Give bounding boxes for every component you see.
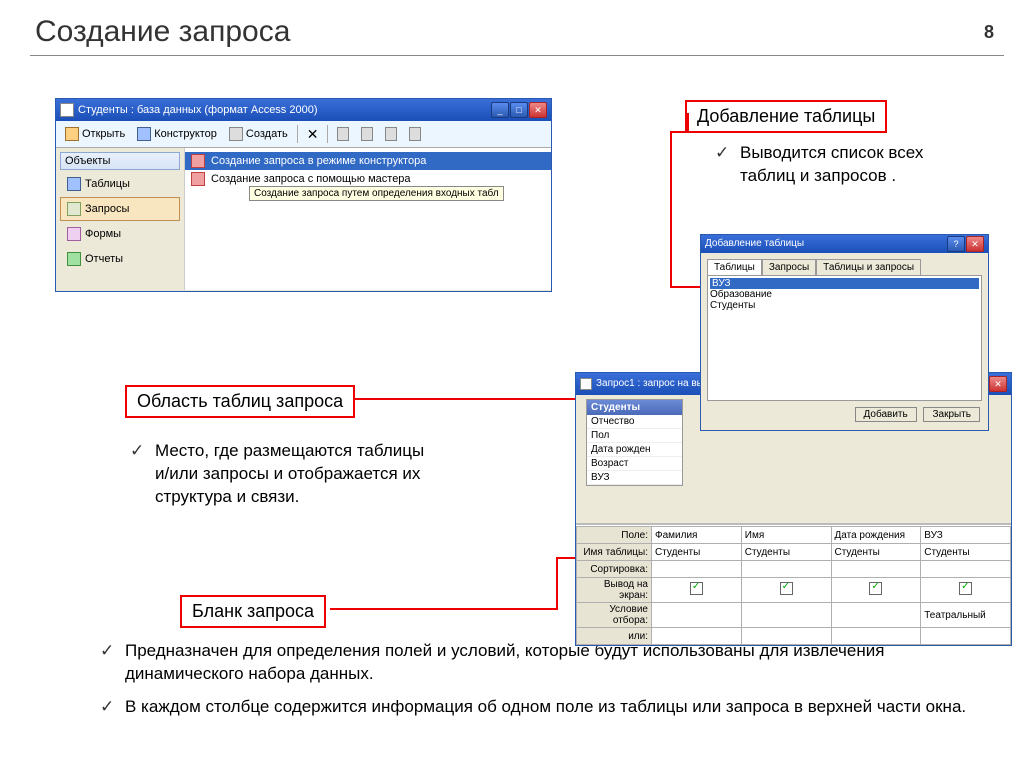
- show-checkbox[interactable]: [959, 582, 972, 595]
- create-designer-item[interactable]: Создание запроса в режиме конструктора: [185, 152, 551, 170]
- forms-item[interactable]: Формы: [60, 222, 180, 246]
- design-button[interactable]: Конструктор: [132, 124, 222, 144]
- row-label-or: или:: [577, 628, 652, 645]
- close-button[interactable]: ✕: [966, 236, 984, 252]
- divider: [30, 55, 1004, 56]
- show-checkbox[interactable]: [780, 582, 793, 595]
- callout-blank: Бланк запроса: [180, 595, 326, 628]
- callout-line: [330, 608, 558, 610]
- field-item[interactable]: Дата рожден: [587, 443, 682, 457]
- design-grid[interactable]: Поле: Фамилия Имя Дата рождения ВУЗ Имя …: [576, 526, 1011, 645]
- show-checkbox[interactable]: [869, 582, 882, 595]
- list-item[interactable]: Образование: [710, 289, 979, 300]
- db-title: Студенты : база данных (формат Access 20…: [78, 99, 318, 121]
- create-button[interactable]: Создать: [224, 124, 293, 144]
- field-item[interactable]: Возраст: [587, 457, 682, 471]
- callout-table-area: Область таблиц запроса: [125, 385, 355, 418]
- field-item[interactable]: ВУЗ: [587, 471, 682, 485]
- field-item[interactable]: Пол: [587, 429, 682, 443]
- page-number: 8: [984, 22, 994, 43]
- table-header: Студенты: [587, 400, 682, 415]
- view-button3[interactable]: [380, 124, 402, 144]
- item-list: Создание запроса в режиме конструктора С…: [185, 148, 551, 290]
- tab-tables[interactable]: Таблицы: [707, 259, 762, 275]
- dialog-buttons: Добавить Закрыть: [701, 407, 988, 430]
- list-item[interactable]: ВУЗ: [710, 278, 979, 289]
- close-button[interactable]: ✕: [989, 376, 1007, 392]
- open-button[interactable]: Открыть: [60, 124, 130, 144]
- row-label-table: Имя таблицы:: [577, 544, 652, 561]
- show-checkbox[interactable]: [690, 582, 703, 595]
- db-titlebar: Студенты : база данных (формат Access 20…: [56, 99, 551, 121]
- db-icon: [60, 103, 74, 117]
- callout-line: [670, 131, 672, 286]
- dialog-title: Добавление таблицы: [705, 235, 804, 253]
- database-window: Студенты : база данных (формат Access 20…: [55, 98, 552, 292]
- fields-table[interactable]: Студенты Отчество Пол Дата рожден Возрас…: [586, 399, 683, 486]
- callout-add-table: Добавление таблицы: [685, 100, 887, 133]
- reports-item[interactable]: Отчеты: [60, 247, 180, 271]
- minimize-button[interactable]: _: [491, 102, 509, 118]
- add-table-description: Выводится список всех таблиц и запросов …: [715, 142, 975, 198]
- view-button4[interactable]: [404, 124, 426, 144]
- callout-line: [670, 131, 689, 133]
- maximize-button[interactable]: □: [510, 102, 528, 118]
- db-toolbar: Открыть Конструктор Создать ✕: [56, 121, 551, 148]
- query-icon: [580, 378, 592, 390]
- row-label-show: Вывод на экран:: [577, 578, 652, 603]
- page-title: Создание запроса: [35, 15, 290, 49]
- row-label-criteria: Условие отбора:: [577, 603, 652, 628]
- tab-both[interactable]: Таблицы и запросы: [816, 259, 921, 275]
- row-label-field: Поле:: [577, 527, 652, 544]
- queries-item[interactable]: Запросы: [60, 197, 180, 221]
- close-button[interactable]: ✕: [529, 102, 547, 118]
- callout-line: [556, 557, 558, 610]
- dialog-titlebar: Добавление таблицы ? ✕: [701, 235, 988, 253]
- tables-item[interactable]: Таблицы: [60, 172, 180, 196]
- add-table-dialog: Добавление таблицы ? ✕ Таблицы Запросы Т…: [700, 234, 989, 431]
- tab-queries[interactable]: Запросы: [762, 259, 816, 275]
- tooltip: Создание запроса путем определения входн…: [249, 186, 504, 201]
- field-item[interactable]: Отчество: [587, 415, 682, 429]
- list-item[interactable]: Студенты: [710, 300, 979, 311]
- add-button[interactable]: Добавить: [855, 407, 917, 422]
- query-grid: Поле: Фамилия Имя Дата рождения ВУЗ Имя …: [576, 526, 1011, 645]
- help-button[interactable]: ?: [947, 236, 965, 252]
- delete-button[interactable]: ✕: [302, 123, 324, 146]
- row-label-sort: Сортировка:: [577, 561, 652, 578]
- area-description: Место, где размещаются таблицы и/или зап…: [130, 440, 430, 519]
- callout-line: [687, 113, 689, 131]
- table-list[interactable]: ВУЗ Образование Студенты: [707, 275, 982, 401]
- close-button[interactable]: Закрыть: [923, 407, 980, 422]
- view-button2[interactable]: [356, 124, 378, 144]
- object-panel: Объекты Таблицы Запросы Формы Отчеты: [56, 148, 185, 290]
- dialog-tabs: Таблицы Запросы Таблицы и запросы: [707, 259, 982, 275]
- blank-description: Предназначен для определения полей и усл…: [100, 640, 970, 729]
- view-button1[interactable]: [332, 124, 354, 144]
- objects-header: Объекты: [60, 152, 180, 170]
